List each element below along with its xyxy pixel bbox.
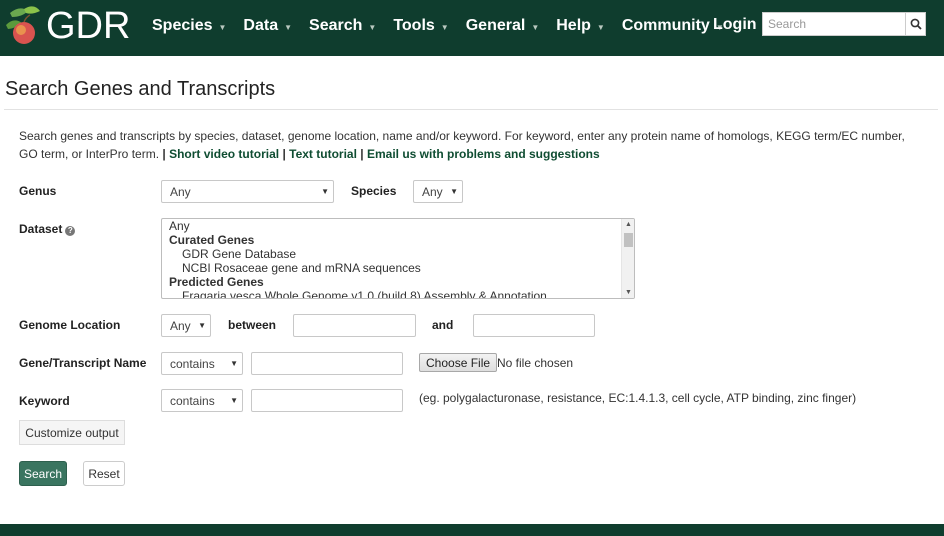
gene-name-operator-select[interactable]: contains ▼: [161, 352, 243, 375]
keyword-operator-value: contains: [170, 393, 215, 408]
separator: |: [282, 147, 286, 161]
nav-community[interactable]: Community ▼: [622, 17, 724, 35]
scroll-down-arrow-icon[interactable]: ▼: [625, 289, 632, 296]
genus-select-value: Any: [170, 184, 191, 199]
video-tutorial-link[interactable]: Short video tutorial: [169, 147, 279, 161]
gene-name-label: Gene/Transcript Name: [19, 356, 147, 370]
caret-down-icon: ▼: [440, 22, 449, 32]
genus-select[interactable]: Any ▼: [161, 180, 334, 203]
separator: |: [360, 147, 364, 161]
page-title: Search Genes and Transcripts: [5, 78, 276, 100]
location-end-input[interactable]: [473, 314, 595, 337]
genome-location-select-value: Any: [170, 318, 191, 333]
gene-name-operator-value: contains: [170, 356, 215, 371]
email-us-link[interactable]: Email us with problems and suggestions: [367, 147, 600, 161]
keyword-operator-select[interactable]: contains ▼: [161, 389, 243, 412]
text-tutorial-link[interactable]: Text tutorial: [289, 147, 357, 161]
genome-location-select[interactable]: Any ▼: [161, 314, 211, 337]
page-description: Search genes and transcripts by species,…: [19, 127, 924, 163]
dropdown-arrow-icon: ▼: [198, 321, 206, 330]
nav-general[interactable]: General ▼: [466, 17, 540, 35]
dataset-label: Dataset?: [19, 222, 76, 236]
caret-down-icon: ▼: [596, 22, 605, 32]
file-status-text: No file chosen: [497, 356, 574, 370]
location-start-input[interactable]: [293, 314, 416, 337]
magnifier-icon: [910, 18, 922, 30]
login-link[interactable]: Login: [713, 16, 757, 34]
dataset-group-predicted: Predicted Genes: [169, 275, 264, 289]
keyword-input[interactable]: [251, 389, 403, 412]
top-navbar: GDR Species ▼ Data ▼ Search ▼ Tools ▼ Genera…: [0, 0, 944, 56]
dataset-option[interactable]: NCBI Rosaceae gene and mRNA sequences: [162, 261, 634, 275]
nav-help[interactable]: Help ▼: [556, 17, 605, 35]
site-logo-text[interactable]: GDR: [46, 6, 130, 46]
reset-button[interactable]: Reset: [83, 461, 125, 486]
keyword-hint: (eg. polygalacturonase, resistance, EC:1…: [419, 391, 857, 405]
customize-output-tab[interactable]: Customize output: [19, 420, 125, 445]
dropdown-arrow-icon: ▼: [230, 396, 238, 405]
dataset-label-text: Dataset: [19, 222, 63, 236]
search-button[interactable]: Search: [19, 461, 67, 486]
species-label: Species: [351, 184, 397, 198]
dropdown-arrow-icon: ▼: [450, 187, 458, 196]
dataset-option[interactable]: Fragaria vesca Whole Genome v1.0 (build …: [162, 289, 634, 298]
nav-data-label: Data: [243, 17, 279, 34]
nav-species-label: Species: [152, 17, 213, 34]
site-search-box: [762, 12, 926, 36]
keyword-label: Keyword: [19, 394, 70, 408]
main-menu: Species ▼ Data ▼ Search ▼ Tools ▼ General ▼ H…: [152, 0, 741, 52]
peach-leaf-logo-icon: [6, 6, 40, 44]
dropdown-arrow-icon: ▼: [321, 187, 329, 196]
nav-help-label: Help: [556, 17, 591, 34]
title-divider: [4, 109, 938, 110]
caret-down-icon: ▼: [531, 22, 540, 32]
choose-file-button[interactable]: Choose File: [419, 353, 498, 372]
species-select[interactable]: Any ▼: [413, 180, 463, 203]
nav-tools[interactable]: Tools ▼: [393, 17, 448, 35]
genome-location-label: Genome Location: [19, 318, 121, 332]
site-logo[interactable]: GDR: [4, 2, 130, 52]
dataset-option[interactable]: GDR Gene Database: [162, 247, 634, 261]
dataset-group-curated: Curated Genes: [169, 233, 255, 247]
site-search-button[interactable]: [905, 13, 925, 35]
nav-tools-label: Tools: [393, 17, 435, 34]
caret-down-icon: ▼: [368, 22, 377, 32]
site-search-input[interactable]: [763, 13, 905, 35]
and-label: and: [432, 318, 454, 332]
caret-down-icon: ▼: [218, 22, 227, 32]
genus-label: Genus: [19, 184, 57, 198]
help-question-icon[interactable]: ?: [65, 226, 76, 236]
between-label: between: [228, 318, 277, 332]
nav-search-label: Search: [309, 17, 363, 34]
nav-search[interactable]: Search ▼: [309, 17, 376, 35]
nav-species[interactable]: Species ▼: [152, 17, 226, 35]
gene-name-input[interactable]: [251, 352, 403, 375]
listbox-scrollbar[interactable]: ▲ ▼: [621, 219, 634, 298]
separator: |: [162, 147, 166, 161]
caret-down-icon: ▼: [284, 22, 293, 32]
nav-data[interactable]: Data ▼: [243, 17, 292, 35]
nav-general-label: General: [465, 17, 526, 34]
nav-community-label: Community: [621, 17, 710, 34]
dataset-listbox[interactable]: Any Curated Genes GDR Gene Database NCBI…: [161, 218, 635, 299]
dataset-option-any[interactable]: Any: [162, 219, 634, 233]
species-select-value: Any: [422, 184, 443, 199]
dropdown-arrow-icon: ▼: [230, 359, 238, 368]
scroll-up-arrow-icon[interactable]: ▲: [625, 221, 632, 228]
scroll-thumb[interactable]: [624, 233, 633, 247]
page-footer: [0, 524, 944, 536]
